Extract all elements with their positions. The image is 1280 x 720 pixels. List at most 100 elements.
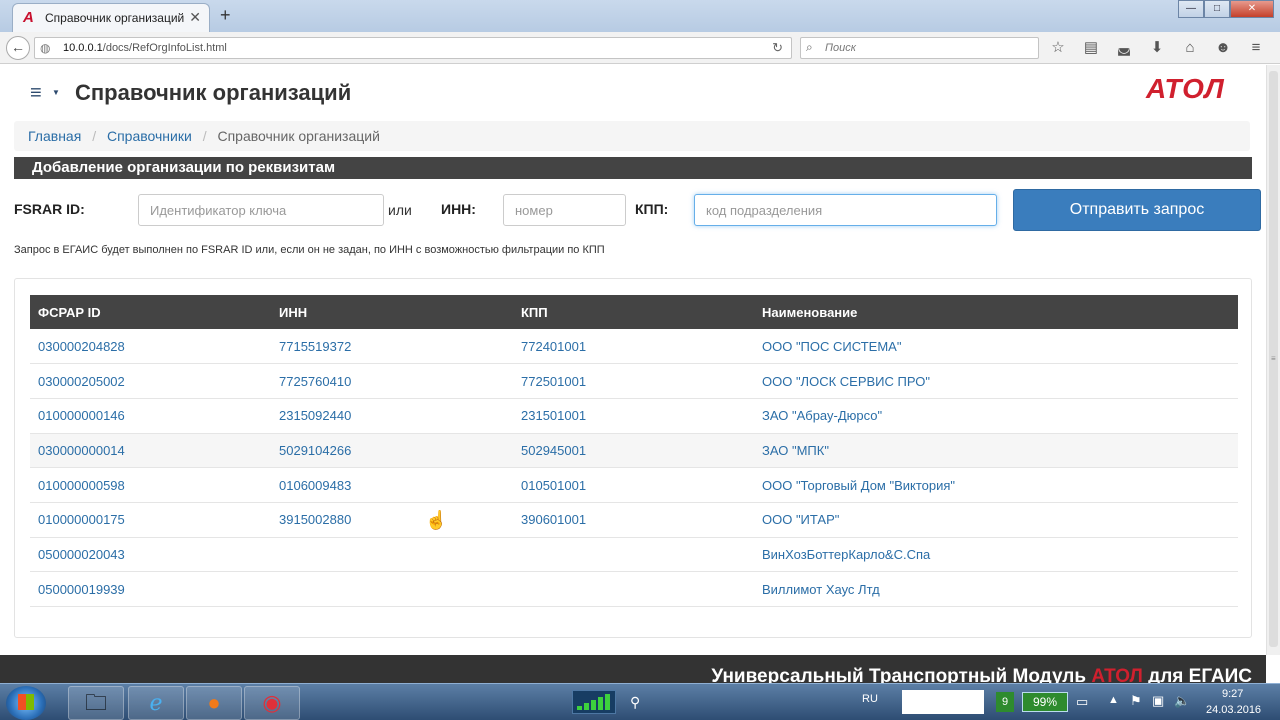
back-button[interactable]: ← [6, 36, 30, 60]
org-name-cell[interactable]: ООО "ЛОСК СЕРВИС ПРО" [754, 364, 1238, 399]
kpp-cell[interactable]: 502945001 [513, 433, 754, 468]
table-row: 010000000175 3915002880 390601001 ООО "И… [30, 502, 1238, 538]
star-icon[interactable]: ☆ [1046, 38, 1070, 58]
search-placeholder: Поиск [825, 42, 856, 54]
minimize-button[interactable]: — [1178, 0, 1204, 18]
fsrar-id-input[interactable]: Идентификатор ключа [138, 194, 384, 226]
menu-toggle-icon[interactable]: ≡ [30, 82, 42, 105]
firefox-taskbar-button[interactable]: ● [186, 686, 242, 720]
org-name-cell[interactable]: ООО "Торговый Дом "Виктория" [754, 468, 1238, 503]
kpp-input[interactable]: код подразделения [694, 194, 997, 226]
kpp-cell[interactable]: 390601001 [513, 502, 754, 537]
battery-icon[interactable]: ▭ [1076, 694, 1088, 710]
page-title: Справочник организаций [75, 80, 352, 105]
fsrar-id-cell[interactable]: 010000000146 [30, 398, 271, 433]
page-scrollbar[interactable]: ≡ [1266, 65, 1280, 655]
bookmarks-list-icon[interactable]: ▤ [1079, 38, 1103, 58]
breadcrumb-catalogs-link[interactable]: Справочники [107, 128, 192, 144]
fsrar-id-cell[interactable]: 050000020043 [30, 537, 271, 572]
clock-time[interactable]: 9:27 [1222, 688, 1243, 700]
browser-toolbar: ☆ ▤ ◛ ⬇ ⌂ ☻ ≡ [1046, 38, 1268, 58]
home-icon[interactable]: ⌂ [1178, 38, 1202, 58]
column-header-kpp[interactable]: КПП [513, 295, 754, 329]
fsrar-id-cell[interactable]: 030000205002 [30, 364, 271, 399]
chat-icon[interactable]: ☻ [1211, 38, 1235, 58]
start-button[interactable] [6, 686, 46, 720]
table-row: 030000000014 5029104266 502945001 ЗАО "М… [30, 433, 1238, 468]
inn-cell[interactable]: 7715519372 [271, 329, 513, 364]
atol-favicon-icon: A [23, 9, 34, 26]
org-name-cell[interactable]: ВинХозБоттерКарло&С.Спа [754, 537, 1238, 572]
explorer-taskbar-button[interactable]: 🗀 [68, 686, 124, 720]
org-name-cell[interactable]: Виллимот Хаус Лтд [754, 572, 1238, 607]
inn-cell[interactable]: 0106009483 [271, 468, 513, 503]
kpp-cell[interactable]: 772501001 [513, 364, 754, 399]
kpp-cell[interactable] [513, 537, 754, 572]
inn-cell[interactable]: 7725760410 [271, 364, 513, 399]
new-tab-button[interactable]: + [220, 5, 231, 26]
org-name-cell[interactable]: ЗАО "МПК" [754, 433, 1238, 468]
column-header-name[interactable]: Наименование [754, 295, 1238, 329]
windows-logo-icon [18, 694, 34, 710]
table-row: 050000020043 ВинХозБоттерКарло&С.Спа [30, 537, 1238, 572]
battery-indicator[interactable]: 99% [1022, 692, 1068, 712]
column-header-inn[interactable]: ИНН [271, 295, 513, 329]
inn-cell[interactable] [271, 572, 513, 607]
language-indicator[interactable]: RU [862, 693, 878, 705]
atol-logo: АТОЛ [1146, 73, 1225, 104]
chevron-up-icon[interactable]: ▲ [1108, 694, 1119, 706]
request-hint: Запрос в ЕГАИС будет выполнен по FSRAR I… [14, 244, 605, 256]
breadcrumb-home-link[interactable]: Главная [28, 128, 81, 144]
table-row: 010000000598 0106009483 010501001 ООО "Т… [30, 468, 1238, 503]
inn-cell[interactable]: 2315092440 [271, 398, 513, 433]
browser-tab[interactable]: A Справочник организаций ✕ [12, 3, 210, 32]
fsrar-id-cell[interactable]: 050000019939 [30, 572, 271, 607]
speaker-icon[interactable]: 🔈 [1174, 693, 1190, 709]
inn-cell[interactable] [271, 537, 513, 572]
fsrar-id-cell[interactable]: 010000000598 [30, 468, 271, 503]
tray-input-box[interactable] [902, 690, 984, 714]
inn-cell[interactable]: 3915002880 [271, 502, 513, 537]
url-bar[interactable]: ◍ 10.0.0.1/docs/RefOrgInfoList.html ↻ [34, 37, 792, 59]
windows-taskbar: 🗀 ℯ ● ◉ ⚲ RU 9 99% ▭ ▲ ⚑ ▣ 🔈 9:27 24.03.… [0, 683, 1280, 720]
download-icon[interactable]: ⬇ [1145, 38, 1169, 58]
fsrar-id-cell[interactable]: 010000000175 [30, 502, 271, 537]
kpp-cell[interactable]: 231501001 [513, 398, 754, 433]
org-name-cell[interactable]: ООО "ИТАР" [754, 502, 1238, 537]
organizations-panel: ФСРАР ID ИНН КПП Наименование 0300002048… [14, 278, 1252, 638]
clock-date[interactable]: 24.03.2016 [1206, 704, 1261, 716]
submit-request-button[interactable]: Отправить запрос [1013, 189, 1261, 231]
kpp-cell[interactable] [513, 572, 754, 607]
org-name-cell[interactable]: ЗАО "Абрау-Дюрсо" [754, 398, 1238, 433]
hamburger-menu-icon[interactable]: ≡ [1244, 38, 1268, 58]
kpp-cell[interactable]: 010501001 [513, 468, 754, 503]
antenna-icon[interactable]: ⚲ [630, 694, 640, 711]
breadcrumb-separator: / [202, 128, 207, 144]
close-window-button[interactable]: ✕ [1230, 0, 1274, 18]
flag-icon[interactable]: ⚑ [1130, 693, 1142, 709]
grip-icon: ≡ [1271, 354, 1276, 363]
maximize-button[interactable]: □ [1204, 0, 1230, 18]
reload-icon[interactable]: ↻ [772, 40, 783, 56]
power-icon[interactable]: ▣ [1152, 693, 1164, 709]
globe-icon: ◍ [40, 41, 51, 55]
org-name-cell[interactable]: ООО "ПОС СИСТЕМА" [754, 329, 1238, 364]
inn-label: ИНН: [441, 201, 476, 217]
ie-taskbar-button[interactable]: ℯ [128, 686, 184, 720]
record-taskbar-button[interactable]: ◉ [244, 686, 300, 720]
column-header-fsrar[interactable]: ФСРАР ID [30, 295, 271, 329]
fsrar-id-cell[interactable]: 030000000014 [30, 433, 271, 468]
tab-close-icon[interactable]: ✕ [189, 9, 201, 26]
pocket-icon[interactable]: ◛ [1112, 38, 1136, 58]
section-header: Добавление организации по реквизитам [14, 157, 1252, 179]
chevron-down-icon[interactable]: ▼ [52, 88, 60, 97]
signal-strength-icon[interactable] [572, 690, 616, 714]
window-controls: — □ ✕ [1178, 0, 1274, 18]
inn-cell[interactable]: 5029104266 [271, 433, 513, 468]
search-bar[interactable]: ⌕ Поиск [800, 37, 1039, 59]
inn-input[interactable]: номер [503, 194, 626, 226]
table-row: 010000000146 2315092440 231501001 ЗАО "А… [30, 398, 1238, 434]
table-row: 050000019939 Виллимот Хаус Лтд [30, 572, 1238, 607]
kpp-cell[interactable]: 772401001 [513, 329, 754, 364]
fsrar-id-cell[interactable]: 030000204828 [30, 329, 271, 364]
